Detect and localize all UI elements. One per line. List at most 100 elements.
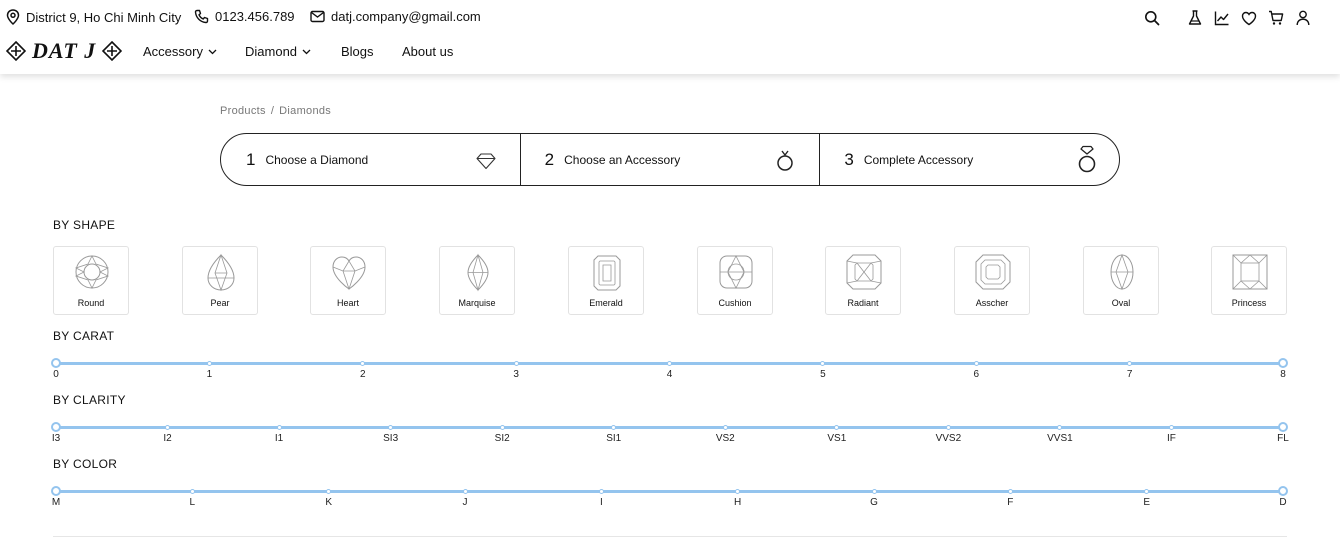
carat-tick-label: 5 [820,369,826,380]
oval-diamond-icon [1110,253,1134,291]
clarity-slider-handle-min[interactable] [51,422,61,432]
princess-diamond-icon [1232,254,1268,290]
chart-icon[interactable] [1213,9,1231,27]
shape-label: Asscher [975,298,1009,308]
nav-item-diamond[interactable]: Diamond [245,44,311,59]
clarity-tick-mark [945,425,951,430]
nav-label: Diamond [245,44,298,59]
email-text[interactable]: datj.company@gmail.com [331,9,481,24]
color-slider[interactable]: MLKJIHGFED [51,486,1288,520]
heart-diamond-icon [332,256,366,291]
nav-item-about-us[interactable]: About us [402,44,453,59]
breadcrumb-products[interactable]: Products [220,105,266,117]
phone-icon [194,9,209,24]
diamond-cross-icon [6,41,26,61]
step-number: 2 [544,149,555,169]
shape-option-heart[interactable]: Heart [310,246,386,315]
nav-label: About us [402,44,454,59]
carat-tick-label: 3 [513,369,519,380]
color-tick-label: K [325,497,332,508]
carat-tick-label: 0 [53,369,59,380]
carat-slider-handle-min[interactable] [51,358,61,368]
clarity-slider-track[interactable] [56,426,1283,429]
step-label: Complete Accessory [863,152,974,167]
flask-icon[interactable] [1186,9,1204,27]
location-pin-icon [6,9,20,25]
step-number: 3 [844,149,854,169]
heart-icon[interactable] [1240,9,1258,27]
clarity-tick-mark [1057,425,1063,430]
color-tick-label: I [599,497,603,508]
clarity-tick-mark [722,425,728,430]
shape-option-round[interactable]: Round [53,246,129,315]
ring-icon [777,150,794,171]
site-logo[interactable]: DAT J [6,38,123,64]
shape-filter: Round Pear Heart Marquise Emerald Cushio… [53,246,1287,315]
contact-phone[interactable]: 0123.456.789 [194,9,295,24]
nav-label: Accessory [143,44,203,59]
carat-tick-label: 8 [1280,369,1286,380]
nav-item-accessory[interactable]: Accessory [143,44,217,59]
clarity-tick-label: VS2 [715,433,735,444]
clarity-tick-label: VS1 [827,433,847,444]
nav-item-blogs[interactable]: Blogs [341,44,374,59]
cart-icon[interactable] [1267,9,1285,27]
color-slider-handle-max[interactable] [1278,486,1288,496]
shape-option-marquise[interactable]: Marquise [439,246,515,315]
clarity-tick-label: FL [1277,433,1289,444]
mail-icon [310,10,325,23]
color-tick-label: G [870,497,878,508]
breadcrumb-diamonds[interactable]: Diamonds [279,105,331,117]
cushion-diamond-icon [719,255,753,289]
contact-address: District 9, Ho Chi Minh City [6,9,181,25]
color-slider-handle-min[interactable] [51,486,61,496]
clarity-tick-mark [1168,425,1174,430]
shape-option-emerald[interactable]: Emerald [568,246,644,315]
color-tick-mark [462,489,468,494]
clarity-tick-label: SI1 [606,433,622,444]
user-icon[interactable] [1294,9,1312,27]
shape-label: Oval [1111,298,1131,308]
shape-option-oval[interactable]: Oval [1083,246,1159,315]
carat-slider[interactable]: 0 1 2 3 4 5 6 7 8 [51,358,1288,392]
step-label: Choose an Accessory [564,152,681,167]
breadcrumb-separator: / [270,105,275,117]
shape-option-radiant[interactable]: Radiant [825,246,901,315]
clarity-tick-label: SI3 [383,433,399,444]
diamond-cross-icon [102,41,123,61]
carat-tick-label: 2 [359,369,366,380]
asscher-diamond-icon [975,254,1011,290]
carat-slider-handle-max[interactable] [1278,358,1288,368]
color-tick-mark [598,489,604,494]
round-diamond-icon [74,255,110,289]
carat-tick-label: 7 [1126,369,1133,380]
shape-option-cushion[interactable]: Cushion [697,246,773,315]
clarity-tick-mark [276,425,282,430]
color-slider-track[interactable] [56,490,1283,493]
shape-option-princess[interactable]: Princess [1211,246,1287,315]
search-icon[interactable] [1143,9,1161,27]
nav-label: Blogs [341,44,374,59]
phone-text[interactable]: 0123.456.789 [215,9,295,24]
diamond-icon [476,153,496,170]
clarity-slider-handle-max[interactable] [1278,422,1288,432]
clarity-tick-mark [165,425,171,430]
color-tick-mark [189,489,195,494]
clarity-tick-label: VVS1 [1047,433,1073,444]
color-tick-mark [735,489,741,494]
header-actions [1134,9,1312,27]
step-choose-accessory[interactable]: 2 Choose an Accessory [519,134,820,185]
carat-filter-title: BY CARAT [53,329,115,343]
contact-email[interactable]: datj.company@gmail.com [310,9,481,24]
clarity-tick-label: SI2 [494,433,510,444]
shape-option-asscher[interactable]: Asscher [954,246,1030,315]
step-complete-accessory[interactable]: 3 Complete Accessory [819,134,1119,185]
shape-option-pear[interactable]: Pear [182,246,258,315]
carat-tick-mark [513,361,519,366]
step-choose-diamond[interactable]: 1 Choose a Diamond [221,134,520,185]
main-nav: DAT J Accessory Diamond Blogs About us [0,34,1340,70]
shape-label: Emerald [589,298,623,308]
clarity-tick-mark [388,425,394,430]
clarity-slider[interactable]: I3 I2 I1 SI3 SI2 SI1 VS2 VS1 VVS2 VVS1 IF FL [51,422,1289,456]
clarity-tick-label: IF [1167,433,1176,444]
